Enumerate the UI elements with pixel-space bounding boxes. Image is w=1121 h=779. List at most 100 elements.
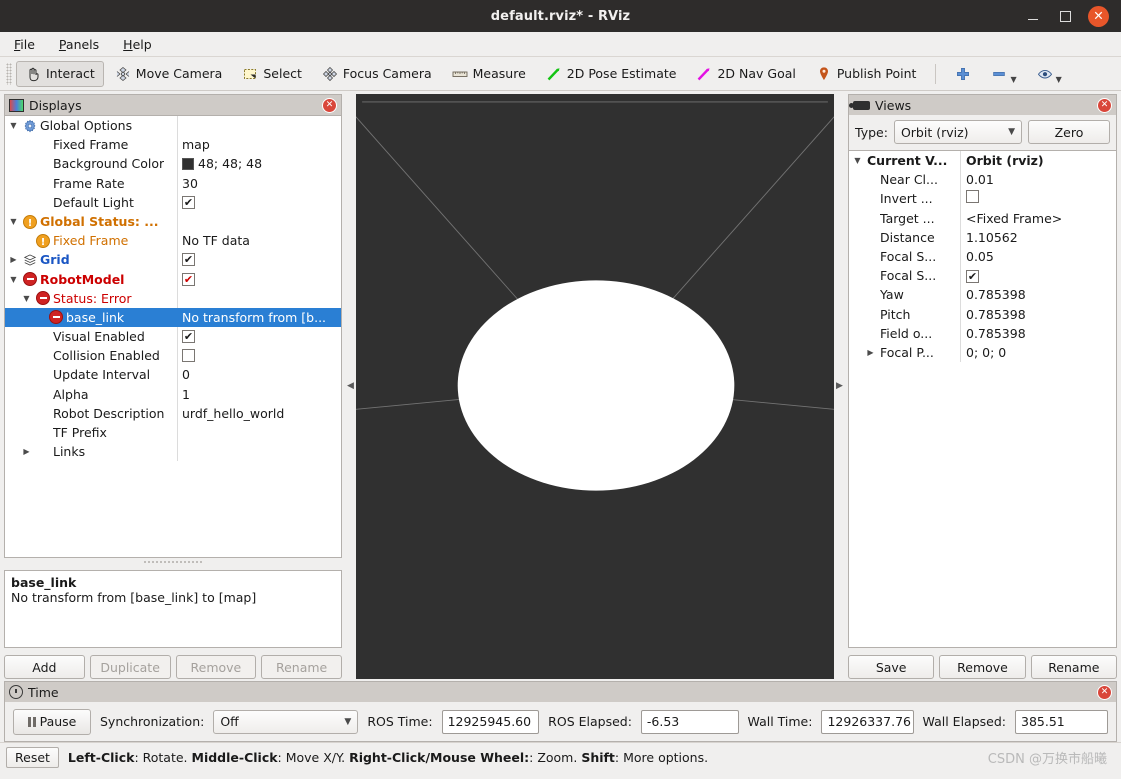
minimize-button[interactable] xyxy=(1024,7,1042,25)
display-row-value-cell[interactable]: 0 xyxy=(178,365,341,384)
view-property-row[interactable]: Focal S... 0.05 xyxy=(849,246,1116,267)
ros-elapsed-field[interactable]: -6.53 xyxy=(640,709,739,734)
expander-collapse-icon[interactable]: ▼ xyxy=(20,289,33,308)
display-tree-row[interactable]: Visual Enabled ✔ xyxy=(5,327,341,347)
close-button[interactable]: ✕ xyxy=(1088,5,1109,27)
display-tree-row[interactable]: Alpha 1 xyxy=(5,384,341,404)
checkbox[interactable] xyxy=(966,190,979,204)
display-row-value-cell[interactable]: 1 xyxy=(178,385,341,404)
expander-expand-icon[interactable]: ▶ xyxy=(20,442,33,461)
checkbox[interactable]: ✔ xyxy=(182,195,195,209)
tool-publish-point[interactable]: Publish Point xyxy=(807,61,926,87)
views-close-icon[interactable]: ✕ xyxy=(1097,97,1112,113)
rename-view-button[interactable]: Rename xyxy=(1030,655,1117,679)
view-row-value-cell[interactable]: 1.10562 xyxy=(961,228,1116,247)
view-row-value-cell[interactable]: ✔ xyxy=(961,266,1116,285)
wall-elapsed-field[interactable]: 385.51 xyxy=(1015,709,1108,734)
tool-select[interactable]: Select xyxy=(233,61,311,87)
display-row-value-cell[interactable]: 30 xyxy=(178,174,341,193)
checkbox[interactable]: ✔ xyxy=(182,253,195,267)
display-row-value-cell[interactable]: No TF data xyxy=(178,231,341,250)
tool-move-camera[interactable]: Move Camera xyxy=(106,61,232,87)
ros-time-field[interactable]: 12925945.60 xyxy=(441,709,540,734)
view-row-value-cell[interactable] xyxy=(961,189,1116,208)
view-row-value-cell[interactable]: 0; 0; 0 xyxy=(961,343,1116,362)
view-property-row[interactable]: Yaw 0.785398 xyxy=(849,285,1116,305)
tool-2d-pose-estimate[interactable]: 2D Pose Estimate xyxy=(537,61,686,87)
zero-button[interactable]: Zero xyxy=(1028,120,1110,144)
reset-button[interactable]: Reset xyxy=(6,746,59,768)
display-row-value-cell[interactable]: ✔ xyxy=(178,195,341,209)
display-tree-row[interactable]: ▼ Status: Error xyxy=(5,288,341,308)
remove-view-button[interactable]: Remove xyxy=(939,655,1026,679)
display-tree-row[interactable]: Background Color 48; 48; 48 xyxy=(5,154,341,174)
view-row-value-cell[interactable]: 0.785398 xyxy=(961,324,1116,343)
menu-item-panels[interactable]: Panels xyxy=(55,35,103,54)
display-tree-row[interactable]: Robot Description urdf_hello_world xyxy=(5,403,341,423)
view-property-row[interactable]: Near Cl... 0.01 xyxy=(849,170,1116,190)
expander-collapse-icon[interactable]: ▼ xyxy=(7,270,20,289)
view-property-row[interactable]: ▶ Focal P... 0; 0; 0 xyxy=(849,342,1116,363)
view-row-value-cell[interactable]: <Fixed Frame> xyxy=(961,209,1116,228)
displays-close-icon[interactable]: ✕ xyxy=(322,97,337,113)
display-tree-row[interactable]: ▶ Links xyxy=(5,442,341,462)
display-tree-row[interactable]: Frame Rate 30 xyxy=(5,173,341,193)
display-tree-row[interactable]: Default Light ✔ xyxy=(5,192,341,212)
display-tree-row[interactable]: Collision Enabled xyxy=(5,346,341,366)
display-tree-row[interactable]: TF Prefix xyxy=(5,423,341,443)
menu-item-help[interactable]: Help xyxy=(119,35,156,54)
tool-visibility-button[interactable]: ▼ xyxy=(1028,61,1071,87)
expander-expand-icon[interactable]: ▶ xyxy=(7,250,20,269)
display-row-value-cell[interactable]: urdf_hello_world xyxy=(178,404,341,423)
add-display-button[interactable]: Add xyxy=(4,655,85,679)
render-viewport[interactable] xyxy=(356,94,834,679)
display-row-value-cell[interactable] xyxy=(178,349,341,363)
display-row-value-cell[interactable]: map xyxy=(178,135,341,154)
display-row-value-cell[interactable]: ✔ xyxy=(178,330,341,344)
wall-time-field[interactable]: 12926337.76 xyxy=(821,709,914,734)
view-property-row[interactable]: Pitch 0.785398 xyxy=(849,304,1116,324)
expander-collapse-icon[interactable]: ▼ xyxy=(851,151,864,170)
view-row-value-cell[interactable]: 0.785398 xyxy=(961,285,1116,304)
tool-interact[interactable]: Interact xyxy=(16,60,104,87)
view-property-row[interactable]: ▼ Current V... Orbit (rviz) xyxy=(849,151,1116,171)
checkbox[interactable]: ✔ xyxy=(182,330,195,344)
color-swatch[interactable] xyxy=(182,157,194,170)
view-property-row[interactable]: Invert ... xyxy=(849,189,1116,209)
time-close-icon[interactable]: ✕ xyxy=(1097,684,1112,700)
checkbox[interactable] xyxy=(182,349,195,363)
display-tree-row[interactable]: ▶ Grid ✔ xyxy=(5,250,341,270)
displays-splitter[interactable] xyxy=(143,558,203,565)
right-splitter-handle[interactable]: ▶ xyxy=(834,91,845,681)
view-type-select[interactable]: Orbit (rviz) ▼ xyxy=(893,120,1022,144)
view-property-row[interactable]: Field o... 0.785398 xyxy=(849,323,1116,343)
display-tree-row[interactable]: ▼ Global Options xyxy=(5,116,341,136)
display-tree-row[interactable]: ▼ Global Status: ... xyxy=(5,211,341,232)
view-property-row[interactable]: Distance 1.10562 xyxy=(849,227,1116,247)
view-property-row[interactable]: Focal S... ✔ xyxy=(849,266,1116,286)
view-row-value-cell[interactable]: 0.785398 xyxy=(961,305,1116,324)
maximize-button[interactable] xyxy=(1056,7,1074,25)
display-row-value-cell[interactable]: No transform from [b... xyxy=(178,308,341,327)
checkbox[interactable]: ✔ xyxy=(966,270,979,284)
views-tree-body[interactable]: ▼ Current V... Orbit (rviz) Near Cl... 0.01 I… xyxy=(848,150,1117,648)
toolbar-grip[interactable] xyxy=(6,62,12,85)
pause-button[interactable]: Pause xyxy=(13,708,91,735)
expander-expand-icon[interactable]: ▶ xyxy=(864,343,877,362)
synchronization-select[interactable]: Off ▼ xyxy=(213,709,359,734)
menu-item-file[interactable]: File xyxy=(10,35,39,54)
tool-measure[interactable]: Measure xyxy=(443,61,535,87)
view-row-value-cell[interactable]: 0.05 xyxy=(961,247,1116,266)
expander-collapse-icon[interactable]: ▼ xyxy=(7,116,20,135)
display-tree-row[interactable]: Fixed Frame No TF data xyxy=(5,231,341,251)
display-tree-row[interactable]: ▼ RobotModel ✔ xyxy=(5,269,341,289)
tool-focus-camera[interactable]: Focus Camera xyxy=(313,61,441,87)
view-row-value-cell[interactable]: 0.01 xyxy=(961,170,1116,189)
remove-tool-button[interactable]: ▼ xyxy=(982,61,1025,87)
display-tree-row[interactable]: Update Interval 0 xyxy=(5,365,341,385)
display-tree-row[interactable]: base_link No transform from [b... xyxy=(5,307,341,328)
add-tool-button[interactable] xyxy=(946,61,980,87)
display-row-value-cell[interactable]: 48; 48; 48 xyxy=(178,154,341,173)
expander-collapse-icon[interactable]: ▼ xyxy=(7,212,20,231)
display-row-value-cell[interactable]: ✔ xyxy=(178,272,341,286)
